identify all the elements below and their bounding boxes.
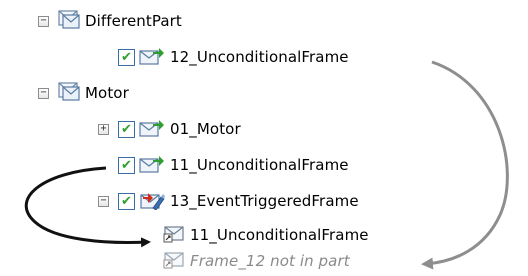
collapse-toggle-icon[interactable]: − xyxy=(38,15,49,27)
expand-toggle-icon[interactable]: + xyxy=(98,123,109,135)
node-label[interactable]: Motor xyxy=(85,81,129,105)
node-label[interactable]: 11_UnconditionalFrame xyxy=(170,153,349,177)
node-label[interactable]: DifferentPart xyxy=(85,9,182,33)
include-checkbox[interactable]: ✔ xyxy=(118,48,135,66)
include-checkbox[interactable]: ✔ xyxy=(118,192,135,210)
node-label[interactable]: 12_UnconditionalFrame xyxy=(170,45,349,69)
include-checkbox[interactable]: ✔ xyxy=(118,120,135,138)
node-label[interactable]: 13_EventTriggeredFrame xyxy=(170,189,359,213)
include-checkbox[interactable]: ✔ xyxy=(118,156,135,174)
checkmark-icon: ✔ xyxy=(121,157,132,173)
frame-link-icon xyxy=(163,223,185,247)
frame-send-icon xyxy=(139,45,165,69)
tree-node-frame12-not-in-part[interactable]: Frame_12 not in part xyxy=(163,249,350,273)
checkmark-icon: ✔ xyxy=(121,49,132,65)
pdu-group-icon xyxy=(58,9,80,33)
collapse-toggle-icon[interactable]: − xyxy=(38,87,49,99)
frame-send-icon xyxy=(139,117,165,141)
tree-node-linked-11-unconditionalframe[interactable]: 11_UnconditionalFrame xyxy=(163,223,369,247)
checkmark-icon: ✔ xyxy=(121,193,132,209)
tree-node-01-motor[interactable]: + ✔ 01_Motor xyxy=(98,117,241,141)
tree-node-13-eventtriggeredframe[interactable]: − ✔ 13_EventTriggeredFrame xyxy=(98,189,359,213)
tree-node-12-unconditionalframe[interactable]: ✔ 12_UnconditionalFrame xyxy=(118,45,349,69)
event-frame-icon xyxy=(139,188,165,214)
pdu-group-icon xyxy=(58,81,80,105)
frame-send-icon xyxy=(139,153,165,177)
collapse-toggle-icon[interactable]: − xyxy=(98,195,109,207)
node-label[interactable]: 11_UnconditionalFrame xyxy=(190,223,369,247)
gray-arrow-icon xyxy=(421,60,509,270)
node-label[interactable]: 01_Motor xyxy=(170,117,241,141)
tree-node-11-unconditionalframe[interactable]: ✔ 11_UnconditionalFrame xyxy=(118,153,349,177)
checkmark-icon: ✔ xyxy=(121,121,132,137)
tree-view: − DifferentPart ✔ 12_UnconditionalFrame … xyxy=(0,0,528,276)
tree-node-motor[interactable]: − Motor xyxy=(38,81,129,105)
tree-node-differentpart[interactable]: − DifferentPart xyxy=(38,9,182,33)
frame-link-ghost-icon xyxy=(163,249,185,273)
node-label[interactable]: Frame_12 not in part xyxy=(190,249,350,273)
